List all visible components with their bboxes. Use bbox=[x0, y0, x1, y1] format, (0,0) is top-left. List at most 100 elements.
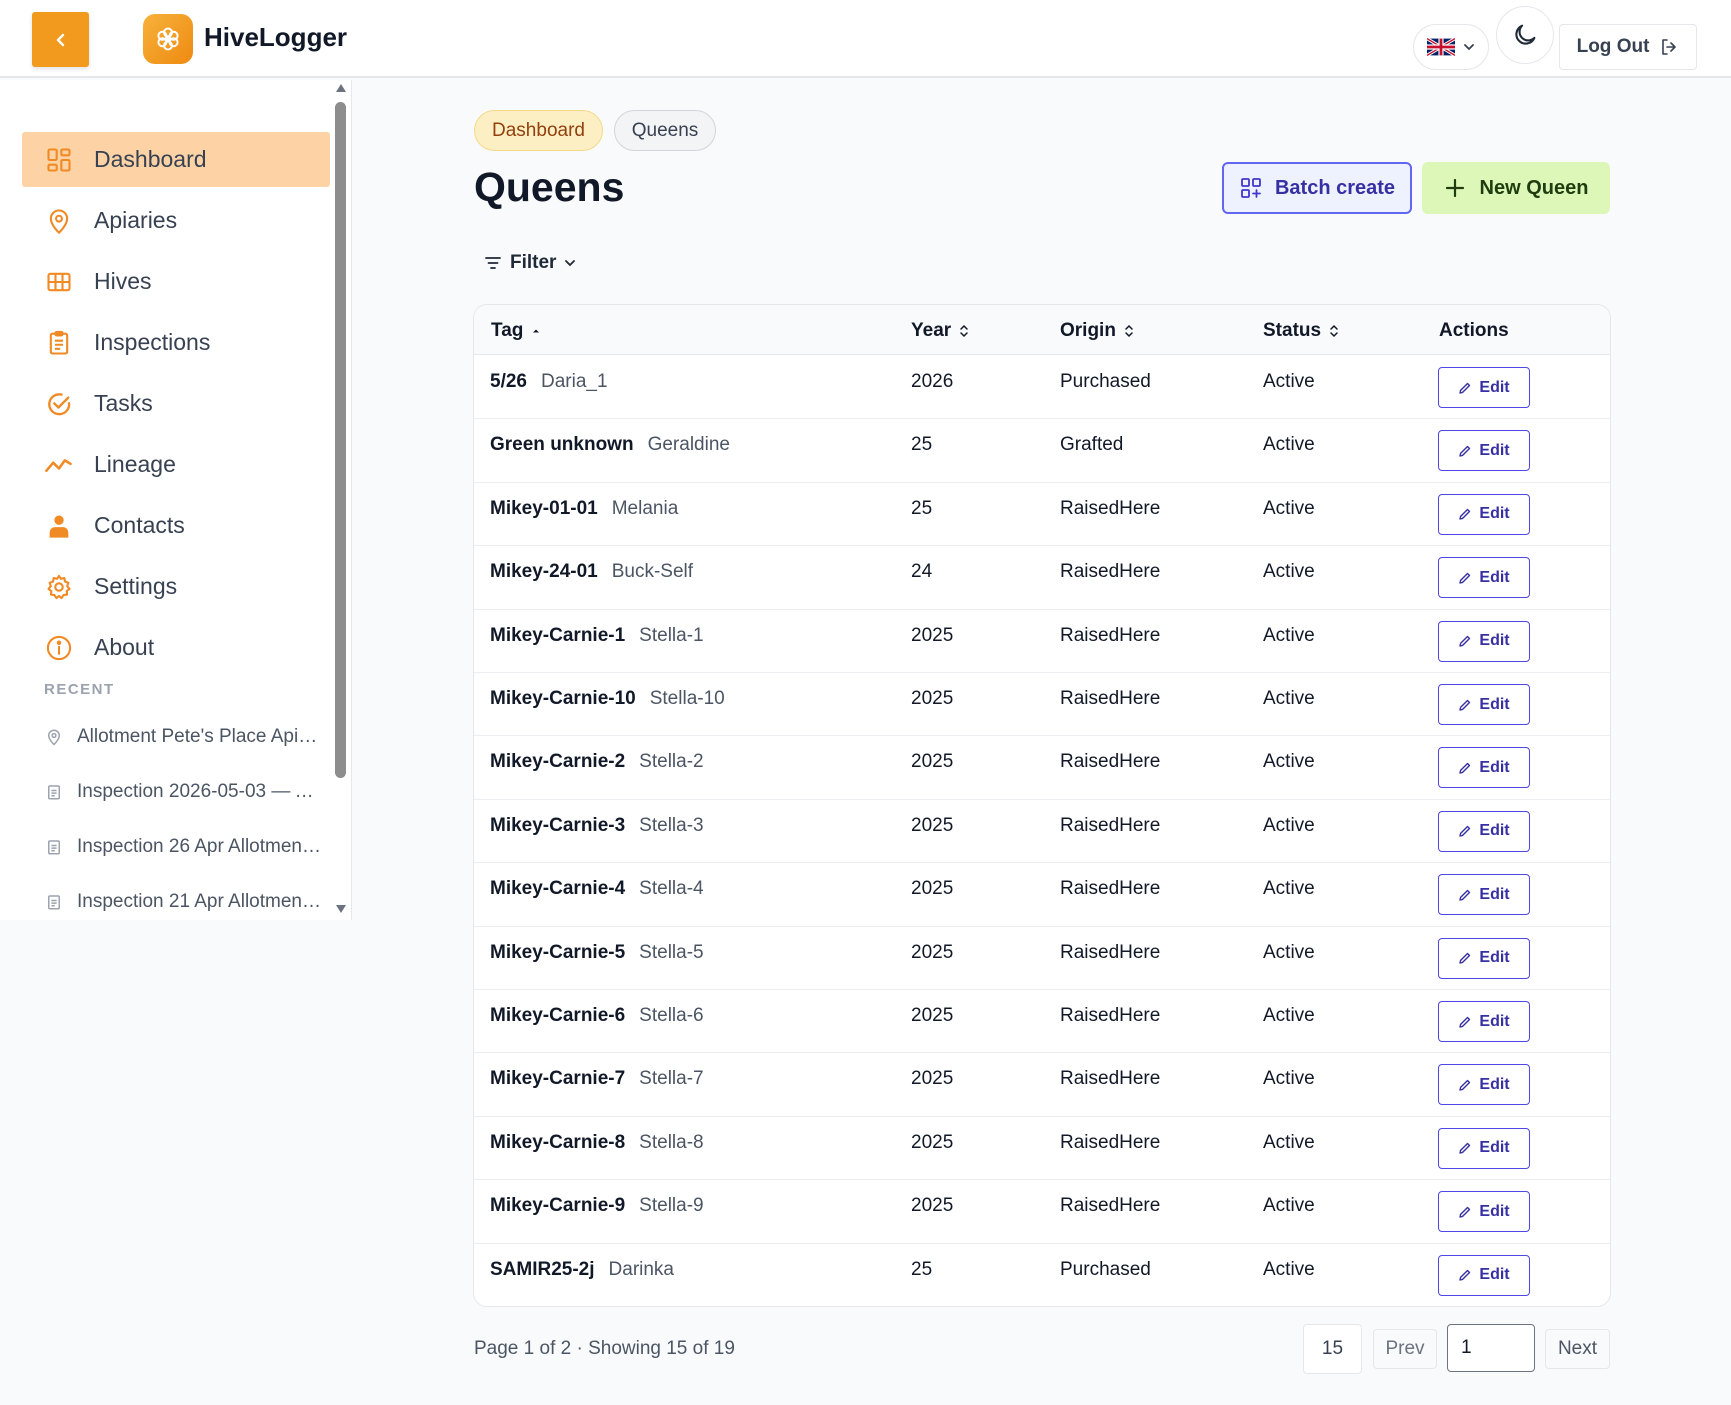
queen-tag: Mikey-Carnie-2 bbox=[490, 751, 626, 773]
column-header-origin[interactable]: Origin bbox=[1060, 320, 1134, 342]
edit-label: Edit bbox=[1479, 695, 1510, 713]
edit-button[interactable]: Edit bbox=[1438, 557, 1530, 599]
edit-button[interactable]: Edit bbox=[1438, 1191, 1530, 1233]
sidebar-item-dashboard[interactable]: Dashboard bbox=[22, 132, 330, 187]
breadcrumb-queens[interactable]: Queens bbox=[614, 110, 716, 151]
new-queen-button[interactable]: New Queen bbox=[1422, 162, 1610, 214]
column-header-tag[interactable]: Tag bbox=[491, 320, 541, 342]
origin-cell: Purchased bbox=[1060, 371, 1151, 392]
sidebar-item-hives[interactable]: Hives bbox=[22, 254, 330, 309]
edit-button[interactable]: Edit bbox=[1438, 1064, 1530, 1106]
edit-button[interactable]: Edit bbox=[1438, 620, 1530, 662]
edit-button[interactable]: Edit bbox=[1438, 684, 1530, 725]
tag-cell: Mikey-24-01 Buck-Self bbox=[490, 561, 693, 583]
queen-name: Stella-5 bbox=[639, 941, 704, 963]
sidebar-item-apiaries[interactable]: Apiaries bbox=[22, 193, 330, 248]
recent-item[interactable]: Allotment Pete's Place Apiary bbox=[44, 717, 324, 757]
clipboard-icon bbox=[44, 837, 64, 857]
sort-asc-icon bbox=[533, 329, 540, 333]
origin-cell: Purchased bbox=[1060, 1258, 1151, 1280]
origin-cell: RaisedHere bbox=[1060, 1195, 1161, 1217]
pencil-icon bbox=[1459, 826, 1471, 837]
edit-button[interactable]: Edit bbox=[1438, 367, 1530, 408]
recent-item[interactable]: Inspection 26 Apr Allotment Pete's Place bbox=[44, 827, 324, 867]
column-header-year[interactable]: Year bbox=[911, 320, 969, 342]
column-header-actions: Actions bbox=[1439, 320, 1509, 341]
queen-name: Stella-6 bbox=[639, 1005, 704, 1026]
edit-button[interactable]: Edit bbox=[1438, 1127, 1530, 1169]
prev-page-button[interactable]: Prev bbox=[1373, 1329, 1437, 1369]
plus-icon bbox=[1445, 178, 1464, 198]
tag-cell: Mikey-Carnie-6 Stella-6 bbox=[490, 1005, 704, 1027]
status-cell: Active bbox=[1263, 1258, 1315, 1280]
edit-button[interactable]: Edit bbox=[1438, 493, 1530, 535]
pagination-info: Page 1 of 2 · Showing 15 of 19 bbox=[474, 1338, 735, 1359]
status-cell: Active bbox=[1263, 688, 1315, 709]
edit-button[interactable]: Edit bbox=[1438, 1254, 1530, 1296]
edit-button[interactable]: Edit bbox=[1438, 937, 1530, 979]
queen-name: Stella-9 bbox=[639, 1195, 704, 1217]
origin-cell: RaisedHere bbox=[1060, 1068, 1161, 1090]
pencil-icon bbox=[1459, 762, 1471, 774]
origin-cell: Grafted bbox=[1060, 434, 1124, 456]
theme-toggle-button[interactable] bbox=[1496, 6, 1554, 64]
logout-button[interactable]: Log Out bbox=[1559, 24, 1697, 70]
sidebar-item-tasks[interactable]: Tasks bbox=[22, 376, 330, 431]
clipboard-icon bbox=[44, 782, 64, 802]
sidebar-scrollbar[interactable] bbox=[334, 80, 348, 920]
language-selector[interactable] bbox=[1413, 24, 1489, 70]
edit-button[interactable]: Edit bbox=[1438, 810, 1530, 852]
collapse-sidebar-button[interactable] bbox=[32, 12, 89, 67]
column-header-status[interactable]: Status bbox=[1263, 320, 1339, 342]
page-number-input[interactable] bbox=[1447, 1324, 1535, 1372]
pencil-icon bbox=[1459, 1143, 1471, 1154]
batch-create-button[interactable]: Batch create bbox=[1222, 162, 1412, 214]
edit-label: Edit bbox=[1479, 1266, 1510, 1284]
year-cell: 2025 bbox=[911, 1195, 954, 1217]
gear-icon bbox=[44, 572, 74, 602]
dashboard-icon bbox=[44, 145, 74, 175]
tag-cell: SAMIR25-2j Darinka bbox=[490, 1259, 674, 1281]
scroll-down-arrow-icon[interactable] bbox=[336, 905, 346, 913]
sidebar-item-label: Contacts bbox=[94, 512, 185, 538]
edit-button[interactable]: Edit bbox=[1438, 747, 1530, 789]
sidebar-item-about[interactable]: About bbox=[22, 620, 330, 675]
queen-tag: Mikey-Carnie-4 bbox=[490, 878, 626, 900]
sidebar-item-inspections[interactable]: Inspections bbox=[22, 315, 330, 370]
edit-button[interactable]: Edit bbox=[1438, 1001, 1530, 1042]
sidebar-item-label: Tasks bbox=[94, 390, 153, 416]
status-cell: Active bbox=[1263, 941, 1315, 963]
year-cell: 25 bbox=[911, 497, 933, 519]
status-cell: Active bbox=[1263, 1131, 1315, 1153]
tag-cell: Mikey-Carnie-9 Stella-9 bbox=[490, 1195, 704, 1217]
scrollbar-thumb[interactable] bbox=[335, 102, 346, 778]
queen-name: Stella-2 bbox=[639, 751, 704, 773]
breadcrumb-dashboard[interactable]: Dashboard bbox=[474, 110, 603, 151]
scroll-up-arrow-icon[interactable] bbox=[336, 84, 346, 92]
year-cell: 24 bbox=[911, 561, 933, 583]
filter-button[interactable]: Filter bbox=[484, 248, 576, 278]
next-page-button[interactable]: Next bbox=[1545, 1329, 1610, 1369]
status-cell: Active bbox=[1263, 371, 1315, 392]
edit-button[interactable]: Edit bbox=[1438, 874, 1530, 916]
sidebar-item-lineage[interactable]: Lineage bbox=[22, 437, 330, 492]
map-pin-icon bbox=[44, 727, 64, 747]
queen-tag: Mikey-Carnie-10 bbox=[490, 688, 636, 709]
sidebar-item-settings[interactable]: Settings bbox=[22, 559, 330, 614]
edit-label: Edit bbox=[1479, 1075, 1510, 1093]
queen-name: Stella-3 bbox=[639, 814, 704, 836]
queen-tag: Mikey-Carnie-3 bbox=[490, 814, 626, 836]
recent-item[interactable]: Inspection 2026-05-03 — Allotment bbox=[44, 772, 324, 812]
edit-button[interactable]: Edit bbox=[1438, 430, 1530, 472]
recent-item[interactable]: Inspection 21 Apr Allotment Pete's Place bbox=[44, 882, 324, 922]
table-row: Mikey-01-01 Melania 25 RaisedHere Active Edit bbox=[474, 483, 1610, 547]
pencil-icon bbox=[1459, 952, 1471, 964]
per-page-selector[interactable]: 15 bbox=[1303, 1324, 1362, 1374]
table-row: 5/26 Daria_1 2026 Purchased Active Edit bbox=[474, 356, 1610, 420]
year-cell: 2025 bbox=[911, 814, 954, 836]
sidebar-item-contacts[interactable]: Contacts bbox=[22, 498, 330, 553]
queen-tag: Mikey-01-01 bbox=[490, 497, 598, 519]
sidebar-item-label: Lineage bbox=[94, 451, 176, 477]
edit-label: Edit bbox=[1479, 1202, 1510, 1220]
edit-label: Edit bbox=[1479, 885, 1510, 903]
